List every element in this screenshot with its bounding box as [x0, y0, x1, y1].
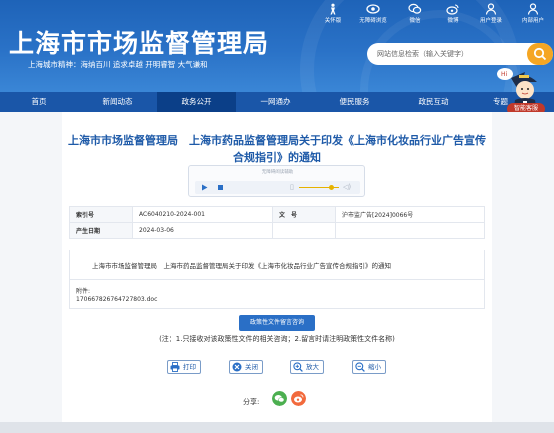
audio-player: 无障碍阅读辅助 ▯ ◁) [188, 165, 365, 197]
footer-bar [0, 422, 554, 433]
index-label: 索引号 [69, 206, 133, 223]
attachment-link[interactable]: 1706678267647278​03.doc [76, 296, 157, 303]
body-text: 上海市市场监督管理局 上海市药品监督管理局关于印发《上海市化妆品行业广告宣传合规… [92, 262, 391, 270]
accessibility-link[interactable]: 无障碍浏览 [355, 3, 391, 29]
top-links: 关怀版 无障碍浏览 微信 微博 用户登录 内部用户 [315, 3, 554, 29]
share-label: 分享: [243, 398, 260, 406]
wechat-icon [408, 3, 422, 14]
document-meta-table: 索引号 AC6040210-2024-001 文 号 沪市监广告[2024]00… [69, 206, 485, 239]
consult-button[interactable]: 政策性文件留言咨询 [239, 315, 315, 331]
nav-item-gov-affairs[interactable]: 政务公开 [157, 92, 236, 112]
page: 上海市市场监督管理局 上海城市精神：海纳百川 追求卓越 开明睿智 大气谦和 关怀… [0, 0, 554, 433]
index-value: AC6040210-2024-001 [132, 206, 273, 223]
table-row: 索引号 AC6040210-2024-001 文 号 沪市监广告[2024]00… [69, 206, 485, 223]
search-icon [533, 47, 547, 61]
document-body: 上海市市场监督管理局 上海市药品监督管理局关于印发《上海市化妆品行业广告宣传合规… [69, 250, 485, 280]
zoom-in-icon [293, 362, 303, 372]
date-label: 产生日期 [69, 222, 133, 239]
nav-item-interaction[interactable]: 政民互动 [394, 92, 473, 112]
volume-low-icon: ▯ [290, 183, 294, 191]
site-title[interactable]: 上海市市场监督管理局 [9, 24, 269, 60]
elder-care-icon [330, 3, 336, 15]
internal-user-link[interactable]: 内部用户 [515, 3, 551, 29]
volume-knob[interactable] [329, 185, 334, 190]
site-search: 网站信息检索（输入关键字） [367, 43, 553, 65]
search-input[interactable]: 网站信息检索（输入关键字） [377, 49, 468, 59]
stop-icon[interactable] [217, 184, 224, 191]
search-button[interactable] [527, 43, 553, 65]
eye-icon [366, 4, 380, 14]
wechat-link[interactable]: 微信 [397, 3, 433, 29]
doc-no-value: 沪市监广告[2024]0066号 [335, 206, 485, 223]
weibo-link[interactable]: 微博 [435, 3, 471, 29]
close-icon [232, 362, 242, 372]
elder-care-link[interactable]: 关怀版 [315, 3, 351, 29]
play-icon[interactable] [201, 184, 208, 191]
internal-user-icon [527, 3, 539, 15]
zoom-out-button[interactable]: 缩小 [352, 360, 386, 374]
nav-item-online-service[interactable]: 一网通办 [236, 92, 315, 112]
attachment-section: 附件: 1706678267647278​03.doc [69, 280, 485, 309]
nav-item-news[interactable]: 新闻动态 [78, 92, 157, 112]
consult-note: (注：1.只接收对该政策性文件的相关咨询；2.留言时请注明政策性文件名称) [159, 335, 395, 343]
date-value: 2024-03-06 [132, 222, 273, 239]
nav-item-public-service[interactable]: 便民服务 [315, 92, 394, 112]
user-login-link[interactable]: 用户登录 [473, 3, 509, 29]
doc-no-label: 文 号 [272, 206, 336, 223]
wechat-share-icon[interactable] [272, 391, 287, 406]
svg-text:Hi: Hi [501, 71, 508, 78]
attachment-label: 附件: [76, 288, 91, 295]
weibo-share-icon[interactable] [291, 391, 306, 406]
article-title: 上海市市场监督管理局 上海市药品监督管理局关于印发《上海市化妆品行业广告宣传合规… [68, 134, 486, 164]
site-header: 上海市市场监督管理局 上海城市精神：海纳百川 追求卓越 开明睿智 大气谦和 关怀… [0, 0, 554, 92]
volume-icon: ◁) [343, 183, 352, 191]
table-row: 产生日期 2024-03-06 [69, 222, 485, 239]
nav-item-home[interactable]: 首页 [0, 92, 78, 112]
zoom-in-button[interactable]: 放大 [290, 360, 324, 374]
weibo-icon [446, 4, 459, 15]
close-button[interactable]: 关闭 [229, 360, 263, 374]
zoom-out-icon [355, 362, 365, 372]
print-button[interactable]: 打印 [167, 360, 201, 374]
site-slogan: 上海城市精神：海纳百川 追求卓越 开明睿智 大气谦和 [28, 60, 208, 69]
player-tip: 无障碍阅读辅助 [261, 170, 294, 175]
user-icon [485, 3, 497, 15]
main-nav: 首页 新闻动态 政务公开 一网通办 便民服务 政民互动 专题 [0, 92, 554, 112]
print-icon [170, 362, 180, 372]
